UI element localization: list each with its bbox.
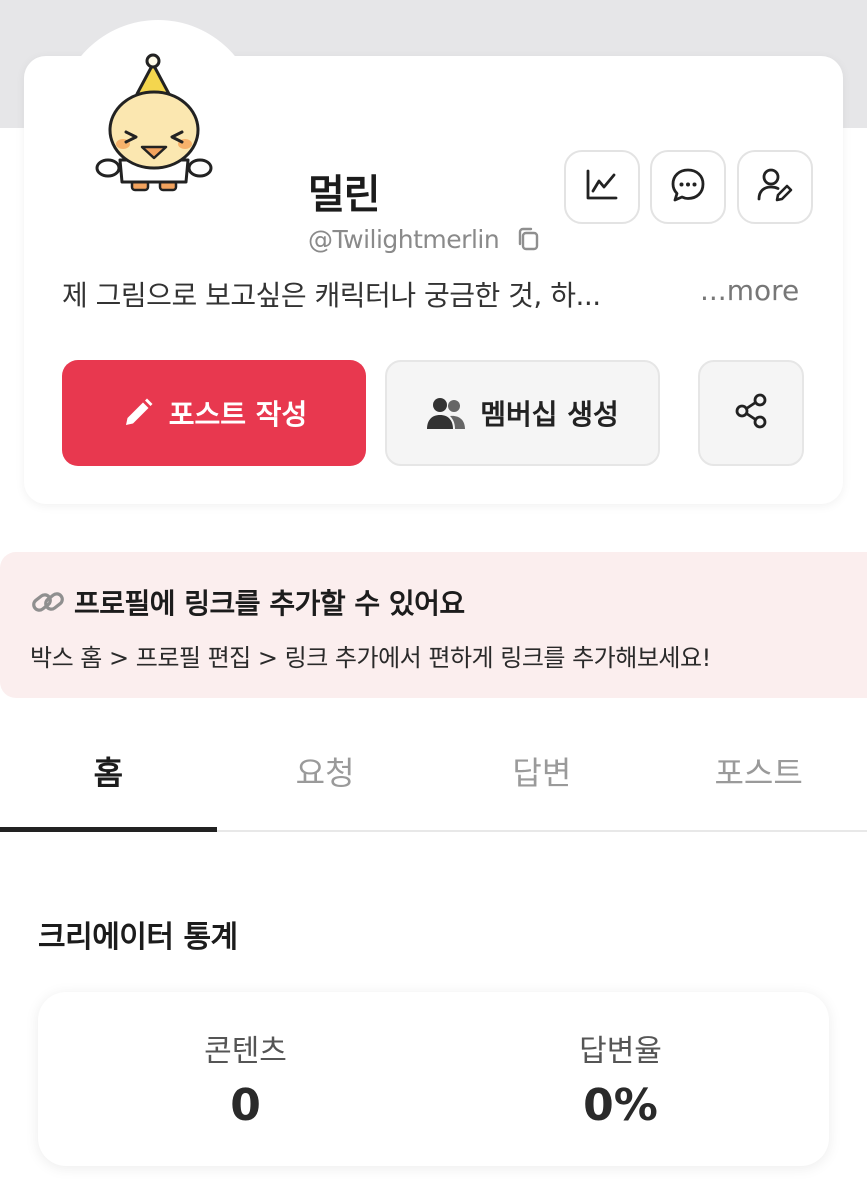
tab-bar: 홈 요청 답변 포스트 [0, 728, 867, 832]
copy-icon[interactable] [513, 224, 543, 254]
share-icon [731, 391, 771, 435]
stat-answer-rate-label: 답변율 [579, 1034, 662, 1069]
stat-content-value: 0 [230, 1080, 261, 1131]
users-icon [426, 396, 466, 430]
chart-line-icon [583, 166, 621, 208]
creator-stats-card: 콘텐츠 0 답변율 0% [38, 992, 829, 1166]
edit-profile-button[interactable] [737, 150, 813, 224]
tab-posts[interactable]: 포스트 [650, 728, 867, 830]
stats-button[interactable] [564, 150, 640, 224]
handle-row: @Twilightmerlin [308, 224, 543, 254]
stat-content-label: 콘텐츠 [204, 1034, 287, 1069]
stat-content: 콘텐츠 0 [48, 992, 443, 1166]
creator-stats-title: 크리에이터 통계 [38, 920, 238, 955]
profile-bio: 제 그림으로 보고싶은 캐릭터나 궁금한 것, 하... [62, 279, 601, 312]
bio-more-link[interactable]: ...more [700, 274, 799, 307]
write-post-label: 포스트 작성 [168, 398, 308, 431]
pencil-icon [121, 396, 155, 430]
share-button[interactable] [698, 360, 804, 466]
avatar[interactable] [90, 50, 220, 200]
profile-name: 멀린 [308, 172, 381, 218]
user-edit-icon [755, 165, 795, 209]
tab-home[interactable]: 홈 [0, 728, 217, 832]
banner-title-text: 프로필에 링크를 추가할 수 있어요 [74, 587, 465, 620]
write-post-button[interactable]: 포스트 작성 [62, 360, 366, 466]
create-membership-button[interactable]: 멤버십 생성 [385, 360, 660, 466]
tab-requests[interactable]: 요청 [217, 728, 434, 830]
link-icon [30, 585, 66, 619]
banner-subtitle: 박스 홈 > 프로필 편집 > 링크 추가에서 편하게 링크를 추가해보세요! [30, 644, 711, 672]
link-tip-banner[interactable]: 프로필에 링크를 추가할 수 있어요 박스 홈 > 프로필 편집 > 링크 추가… [0, 552, 867, 698]
create-membership-label: 멤버십 생성 [480, 398, 619, 431]
banner-title: 프로필에 링크를 추가할 수 있어요 [30, 582, 465, 622]
stat-answer-rate: 답변율 0% [423, 992, 818, 1166]
profile-handle: @Twilightmerlin [308, 224, 500, 254]
stat-answer-rate-value: 0% [583, 1080, 658, 1131]
chat-bubble-icon [668, 165, 708, 209]
tab-answers[interactable]: 답변 [434, 728, 651, 830]
message-button[interactable] [650, 150, 726, 224]
